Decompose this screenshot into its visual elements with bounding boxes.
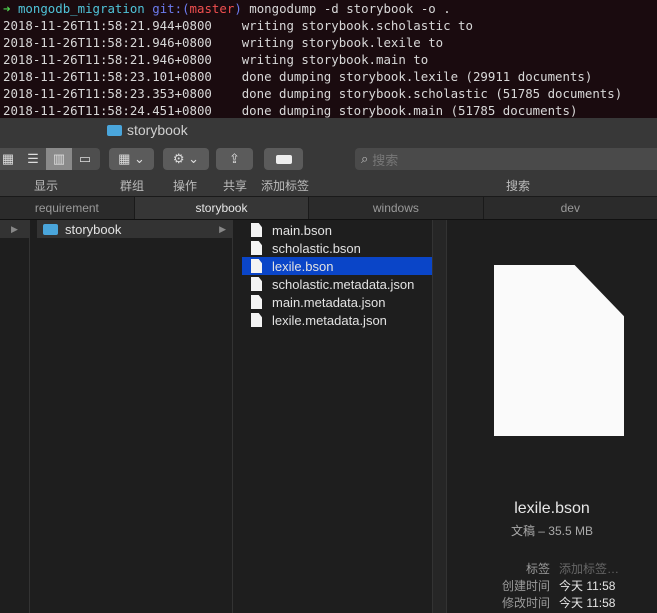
document-icon — [251, 259, 262, 273]
modified-value: 今天 11:58 — [559, 596, 616, 610]
log-message: done dumping storybook.lexile (29911 doc… — [241, 69, 593, 84]
file-row[interactable]: main.bson — [242, 221, 432, 239]
tab-dev[interactable]: dev — [484, 197, 657, 219]
view-label: 显示 — [34, 179, 59, 193]
gallery-view-icon[interactable]: ▭ — [72, 151, 98, 167]
finder-window: storybook ▦ ☰ ▥ ▭ ▦ ⌄ ⚙ ⌄ ⇪ ⌕ 搜索 显示 群组 操作 共享… — [0, 118, 657, 613]
folder-icon — [43, 223, 58, 235]
log-line: 2018-11-26T11:58:24.451+0800 done dumpin… — [3, 102, 657, 119]
preview-kind-size: 文稿 – 35.5 MB — [510, 524, 594, 538]
group-label: 群组 — [120, 179, 145, 193]
created-label: 创建时间 — [501, 579, 550, 593]
file-name: lexile.bson — [272, 258, 334, 274]
window-title: storybook — [127, 122, 188, 138]
document-icon — [251, 277, 262, 291]
git-suffix: ) — [234, 1, 242, 16]
file-row[interactable]: lexile.bson — [242, 257, 432, 275]
preview-pane: lexile.bson 文稿 – 35.5 MB 标签 添加标签… 创建时间 今… — [447, 220, 657, 613]
document-icon — [251, 313, 262, 327]
tab-windows[interactable]: windows — [309, 197, 484, 219]
column-browser: ▶ storybook ▶ main.bson scholastic.bson lex… — [0, 220, 657, 613]
log-timestamp: 2018-11-26T11:58:21.944+0800 — [3, 18, 212, 33]
modified-label: 修改时间 — [501, 596, 550, 610]
search-input[interactable]: ⌕ 搜索 — [355, 148, 657, 170]
tab-storybook[interactable]: storybook — [134, 197, 310, 219]
file-row[interactable]: scholastic.metadata.json — [242, 275, 432, 293]
prompt-arrow-icon: ➜ — [3, 1, 11, 16]
log-timestamp: 2018-11-26T11:58:21.946+0800 — [3, 52, 212, 67]
preview-filename: lexile.bson — [514, 500, 590, 517]
tab-requirement[interactable]: requirement — [0, 197, 135, 219]
file-name: main.bson — [272, 222, 332, 238]
file-name: scholastic.metadata.json — [272, 276, 415, 292]
gear-icon: ⚙ ⌄ — [172, 151, 200, 166]
log-timestamp: 2018-11-26T11:58:24.451+0800 — [3, 103, 212, 118]
log-line: 2018-11-26T11:58:21.946+0800 writing sto… — [3, 51, 657, 68]
log-message: done dumping storybook.scholastic (51785… — [241, 86, 623, 101]
share-icon: ⇪ — [229, 151, 240, 166]
folder-icon — [107, 124, 122, 136]
group-button[interactable]: ▦ ⌄ — [109, 148, 154, 170]
document-icon — [251, 241, 262, 255]
action-label: 操作 — [173, 179, 198, 193]
git-prefix: git:( — [152, 1, 190, 16]
chevron-right-icon: ▶ — [219, 223, 226, 234]
tab-bar: requirement storybook windows dev — [0, 196, 657, 220]
file-name: scholastic.bson — [272, 240, 361, 256]
list-view-icon[interactable]: ☰ — [20, 151, 46, 167]
tags-label: 标签 — [525, 562, 550, 576]
document-icon — [251, 295, 262, 309]
file-row[interactable]: scholastic.bson — [242, 239, 432, 257]
search-placeholder: 搜索 — [372, 152, 399, 168]
column-view-icon[interactable]: ▥ — [46, 148, 72, 170]
log-timestamp: 2018-11-26T11:58:23.101+0800 — [3, 69, 212, 84]
tags-label: 添加标签 — [261, 179, 310, 193]
log-line: 2018-11-26T11:58:21.944+0800 writing sto… — [3, 17, 657, 34]
title-bar: storybook — [0, 118, 657, 145]
disclosure-arrow-icon[interactable]: ▶ — [0, 220, 29, 238]
search-icon: ⌕ — [361, 151, 369, 166]
folder-row[interactable]: storybook ▶ — [37, 220, 232, 238]
command: mongodump -d storybook -o . — [249, 1, 451, 16]
group-icon: ▦ ⌄ — [118, 151, 145, 166]
add-tags-field[interactable]: 添加标签… — [559, 560, 619, 577]
created-value: 今天 11:58 — [559, 579, 616, 593]
search-label: 搜索 — [506, 179, 531, 193]
log-timestamp: 2018-11-26T11:58:23.353+0800 — [3, 86, 212, 101]
file-name: lexile.metadata.json — [272, 312, 387, 328]
file-row[interactable]: lexile.metadata.json — [242, 311, 432, 329]
view-switcher[interactable]: ▦ ☰ ▥ ▭ — [0, 148, 100, 170]
tag-icon — [275, 154, 292, 164]
log-timestamp: 2018-11-26T11:58:21.946+0800 — [3, 35, 212, 50]
toolbar: ▦ ☰ ▥ ▭ ▦ ⌄ ⚙ ⌄ ⇪ ⌕ 搜索 — [0, 145, 657, 175]
document-icon — [494, 265, 624, 436]
folder-name: storybook — [65, 221, 122, 237]
share-button[interactable]: ⇪ — [216, 148, 253, 170]
log-message: writing storybook.lexile to — [241, 35, 444, 50]
prompt-line: ➜ mongodb_migration git:(master) mongodu… — [3, 0, 657, 17]
document-icon — [251, 223, 262, 237]
log-line: 2018-11-26T11:58:23.101+0800 done dumpin… — [3, 68, 657, 85]
log-message: writing storybook.main to — [241, 52, 429, 67]
icon-view-icon[interactable]: ▦ — [0, 151, 20, 167]
log-message: done dumping storybook.main (51785 docum… — [241, 103, 578, 118]
git-branch: master — [189, 1, 235, 16]
tag-button[interactable] — [264, 148, 303, 170]
file-row[interactable]: main.metadata.json — [242, 293, 432, 311]
log-message: writing storybook.scholastic to — [241, 18, 473, 33]
log-line: 2018-11-26T11:58:21.946+0800 writing sto… — [3, 34, 657, 51]
prompt-dir: mongodb_migration — [17, 1, 145, 16]
share-label: 共享 — [223, 179, 248, 193]
action-button[interactable]: ⚙ ⌄ — [163, 148, 209, 170]
file-name: main.metadata.json — [272, 294, 386, 310]
terminal[interactable]: ➜ mongodb_migration git:(master) mongodu… — [0, 0, 657, 118]
toolbar-labels: 显示 群组 操作 共享 添加标签 搜索 — [0, 175, 657, 196]
log-line: 2018-11-26T11:58:23.353+0800 done dumpin… — [3, 85, 657, 102]
